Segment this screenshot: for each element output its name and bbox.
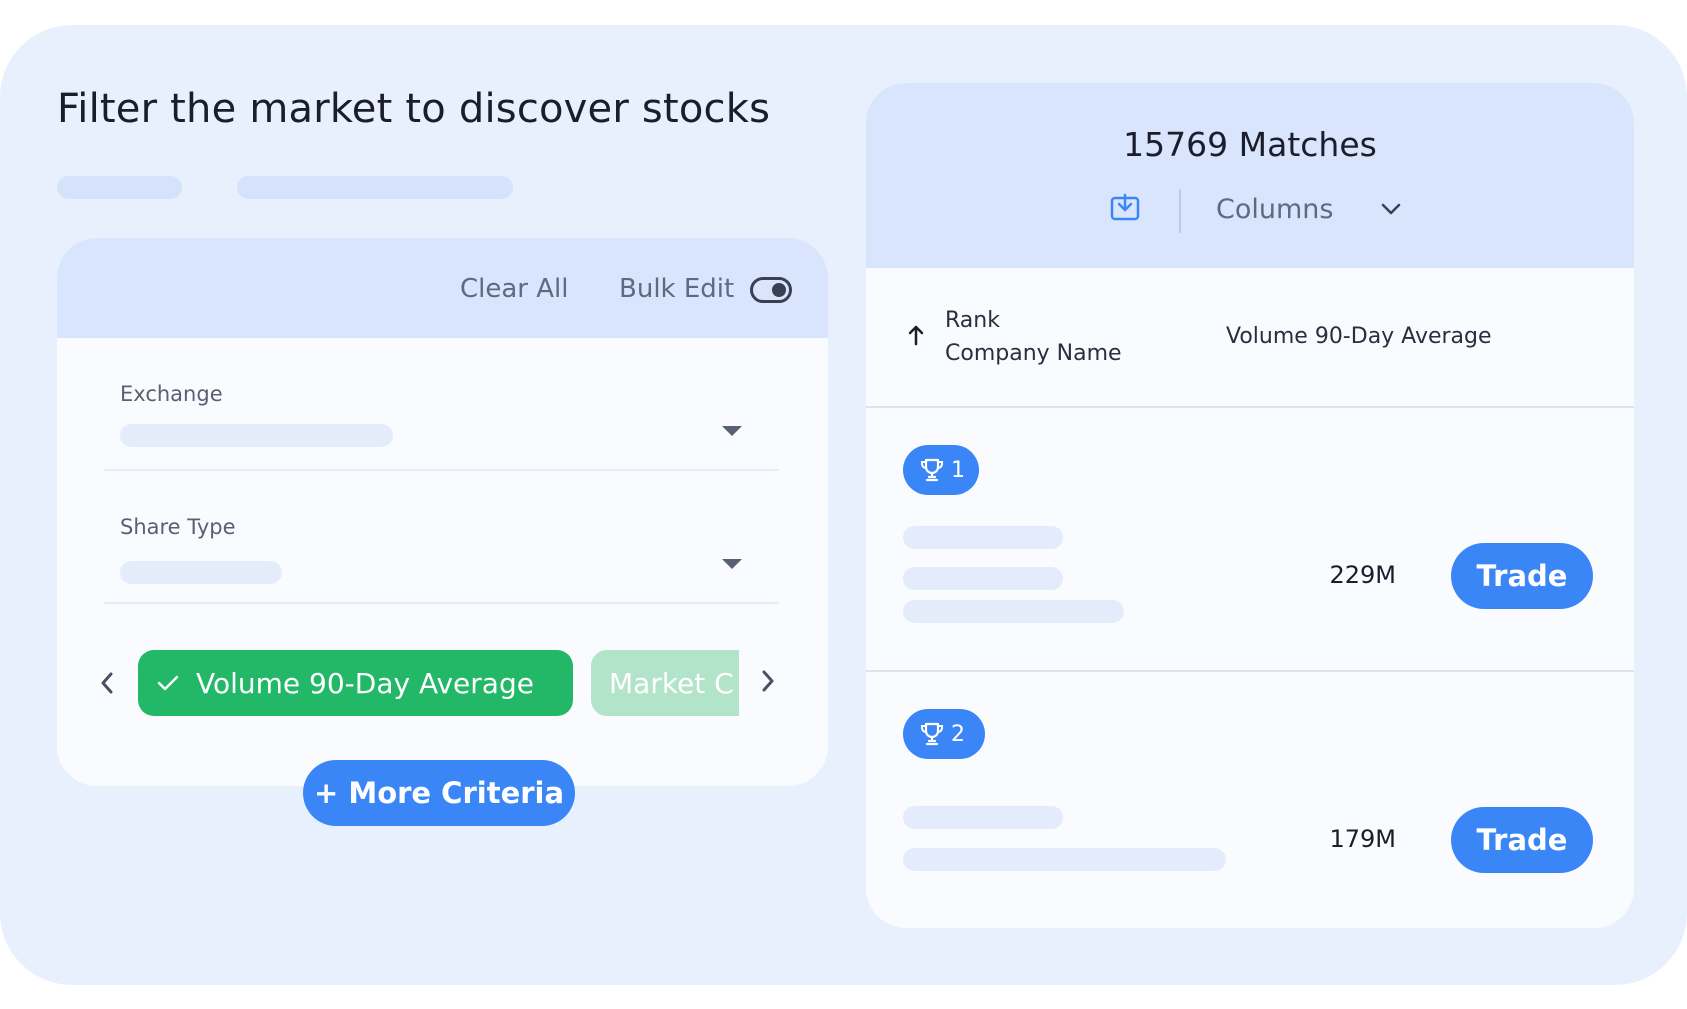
volume-value: 179M — [1329, 825, 1396, 853]
column-header-volume[interactable]: Volume 90-Day Average — [1226, 324, 1492, 349]
share-type-dropdown-icon[interactable] — [722, 559, 742, 569]
divider — [866, 406, 1634, 408]
trade-button[interactable]: Trade — [1451, 543, 1593, 609]
criteria-chip-market-cap[interactable]: Market C — [591, 650, 739, 716]
header-separator — [1179, 189, 1181, 233]
share-type-label: Share Type — [120, 515, 236, 539]
divider — [104, 602, 779, 604]
chip-label: Market C — [609, 666, 734, 700]
placeholder-bar — [237, 176, 513, 199]
more-criteria-button[interactable]: + More Criteria — [303, 760, 575, 826]
rank-number: 2 — [951, 721, 965, 747]
trade-button[interactable]: Trade — [1451, 807, 1593, 873]
placeholder-bar — [903, 526, 1063, 549]
placeholder-bar — [903, 567, 1063, 590]
exchange-dropdown-icon[interactable] — [722, 426, 742, 436]
columns-button[interactable]: Columns — [1216, 194, 1333, 225]
bulk-edit-label: Bulk Edit — [619, 274, 735, 304]
trophy-icon — [921, 722, 943, 746]
criteria-chip-volume[interactable]: Volume 90-Day Average — [138, 650, 573, 716]
chevron-left-icon[interactable] — [92, 668, 122, 698]
bulk-edit-toggle[interactable] — [750, 277, 792, 303]
results-header: 15769 Matches Columns — [866, 83, 1634, 268]
clear-all-button[interactable]: Clear All — [460, 274, 569, 304]
exchange-select-value[interactable] — [120, 424, 393, 447]
placeholder-bar — [57, 176, 182, 199]
filter-panel: Clear All Bulk Edit Exchange Share Type … — [57, 238, 828, 786]
rank-number: 1 — [951, 457, 965, 483]
results-panel: 15769 Matches Columns Rank Company Name … — [866, 83, 1634, 928]
volume-value: 229M — [1329, 561, 1396, 589]
placeholder-bar — [903, 600, 1124, 623]
rank-badge: 2 — [903, 709, 985, 759]
page-title: Filter the market to discover stocks — [57, 86, 771, 132]
divider — [866, 670, 1634, 672]
exchange-label: Exchange — [120, 382, 223, 406]
download-icon[interactable] — [1110, 193, 1140, 223]
chevron-right-icon[interactable] — [753, 666, 783, 696]
filter-header: Clear All Bulk Edit — [57, 238, 828, 338]
placeholder-bar — [903, 848, 1226, 871]
placeholder-bar — [903, 806, 1063, 829]
toggle-knob — [772, 283, 786, 297]
divider — [104, 469, 779, 471]
chevron-down-icon[interactable] — [1380, 198, 1402, 220]
rank-badge: 1 — [903, 445, 979, 495]
trophy-icon — [921, 458, 943, 482]
sort-ascending-icon[interactable] — [907, 324, 925, 346]
column-header-rank[interactable]: Rank — [945, 308, 1000, 333]
chip-label: Volume 90-Day Average — [196, 666, 534, 700]
column-header-company-name[interactable]: Company Name — [945, 341, 1122, 366]
matches-count: 15769 Matches — [1123, 125, 1377, 164]
check-icon — [157, 675, 179, 691]
share-type-select-value[interactable] — [120, 561, 282, 584]
